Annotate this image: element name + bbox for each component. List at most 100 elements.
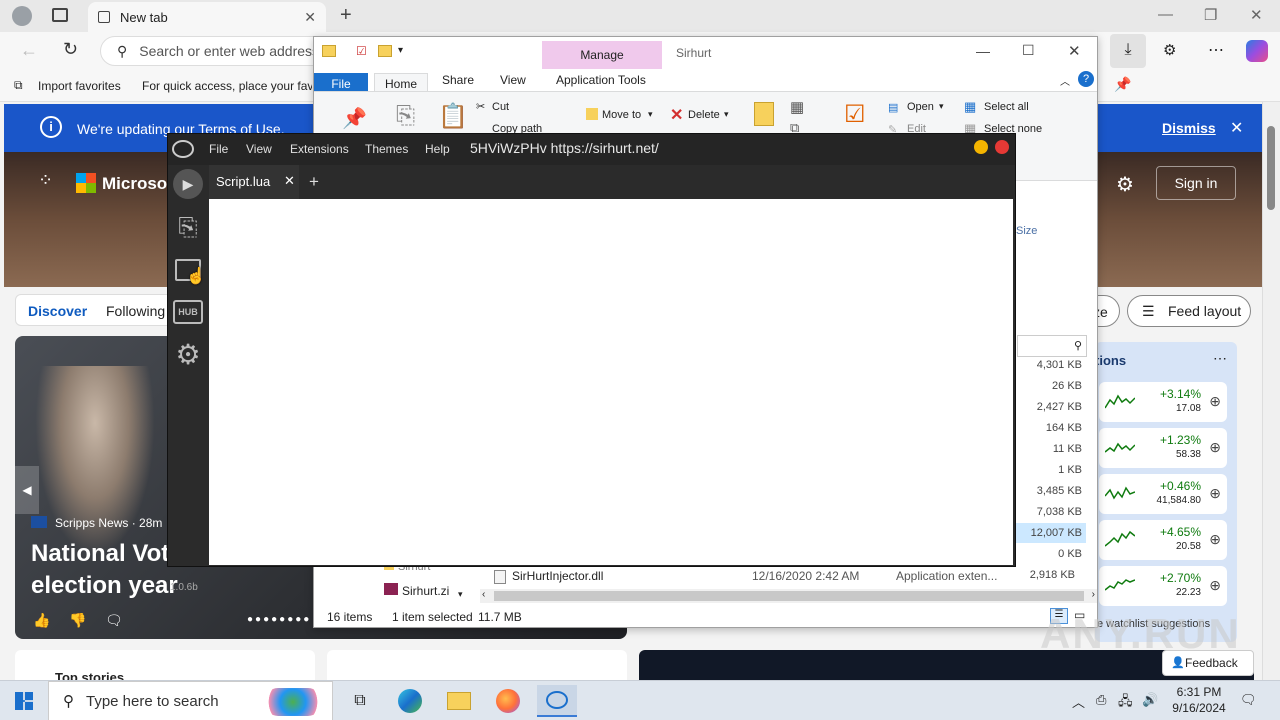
profile-icon[interactable] bbox=[12, 6, 32, 26]
watchlist-item[interactable]: +4.65% 20.58 ⊕ bbox=[1099, 520, 1227, 560]
add-icon[interactable]: ⊕ bbox=[1209, 439, 1221, 456]
tree-item-sirhurt-zip[interactable]: Sirhurt.zi bbox=[384, 583, 449, 598]
copy-icon[interactable]: ⎘ bbox=[396, 102, 415, 130]
pin-quick-access-icon[interactable]: 📌 bbox=[342, 106, 367, 131]
explorer-maximize[interactable]: ☐ bbox=[1022, 42, 1035, 59]
sirhurt-minimize-button[interactable] bbox=[974, 140, 988, 154]
tab-following[interactable]: Following bbox=[106, 303, 165, 319]
watchlist-item[interactable]: +0.46% 41,584.80 ⊕ bbox=[1099, 474, 1227, 514]
files-icon[interactable]: ⎘ bbox=[172, 212, 204, 244]
table-row[interactable]: SirHurtInjector.dll 12/16/2020 2:42 AM A… bbox=[490, 567, 1090, 587]
firefox-taskbar-icon[interactable] bbox=[488, 685, 528, 717]
delete-dropdown[interactable]: ▾ bbox=[724, 109, 729, 120]
start-windows-icon[interactable] bbox=[15, 692, 33, 710]
feed-layout-button[interactable]: ☰ Feed layout bbox=[1127, 295, 1251, 327]
help-icon[interactable]: ? bbox=[1078, 71, 1094, 87]
more-options-icon[interactable]: ⋯ bbox=[1208, 40, 1224, 60]
tray-overflow-icon[interactable]: ︿ bbox=[1072, 692, 1085, 711]
dismiss-link[interactable]: Dismiss bbox=[1162, 120, 1216, 136]
qat-dropdown-icon[interactable]: ▾ bbox=[398, 45, 403, 56]
tab-close-icon[interactable]: ✕ bbox=[304, 9, 316, 26]
tab-discover[interactable]: Discover bbox=[28, 303, 87, 319]
sign-in-button[interactable]: Sign in bbox=[1156, 166, 1236, 200]
scroll-left-icon[interactable]: ‹ bbox=[482, 589, 485, 600]
downloads-button[interactable]: ⤓ bbox=[1110, 34, 1146, 68]
task-view-icon[interactable]: ⧉ bbox=[340, 685, 380, 717]
menu-file[interactable]: File bbox=[209, 142, 228, 156]
execute-play-icon[interactable]: ▶ bbox=[172, 168, 204, 200]
feed-card[interactable] bbox=[327, 650, 627, 680]
scroll-right-icon[interactable]: › bbox=[1092, 589, 1095, 600]
hscroll-thumb[interactable] bbox=[494, 591, 1084, 601]
page-scrollbar[interactable] bbox=[1262, 102, 1280, 680]
tab-view[interactable]: View bbox=[500, 73, 526, 87]
paste-icon[interactable]: 📋 bbox=[438, 102, 468, 131]
open-button[interactable]: Open bbox=[907, 101, 934, 113]
taskbar-clock[interactable]: 6:31 PM 9/16/2024 bbox=[1158, 684, 1240, 716]
tab-actions-icon[interactable] bbox=[52, 8, 68, 22]
import-favorites-link[interactable]: Import favorites bbox=[38, 79, 121, 93]
menu-help[interactable]: Help bbox=[425, 142, 450, 156]
notifications-icon[interactable]: 🗨 bbox=[1240, 692, 1257, 708]
sirhurt-close-button[interactable] bbox=[995, 140, 1009, 154]
extensions-icon[interactable]: ⚙ bbox=[1163, 41, 1176, 59]
scrollbar-thumb[interactable] bbox=[1267, 126, 1275, 210]
carousel-prev-button[interactable]: ◀ bbox=[15, 466, 39, 514]
menu-extensions[interactable]: Extensions bbox=[290, 142, 349, 156]
edge-taskbar-icon[interactable] bbox=[390, 685, 430, 717]
tray-app-icon[interactable]: ⎙ bbox=[1096, 692, 1106, 708]
horizontal-scrollbar[interactable]: ‹ › bbox=[480, 589, 1097, 603]
column-header-size[interactable]: Size bbox=[1016, 225, 1037, 237]
pin-icon[interactable]: 📌 bbox=[1114, 76, 1131, 93]
new-folder-large-icon[interactable] bbox=[754, 102, 774, 126]
add-icon[interactable]: ⊕ bbox=[1209, 393, 1221, 410]
menu-view[interactable]: View bbox=[246, 142, 272, 156]
new-item-icon[interactable]: ▦ bbox=[790, 98, 804, 116]
settings-gear-icon[interactable]: ⚙ bbox=[172, 338, 204, 370]
explorer-close[interactable]: ✕ bbox=[1068, 42, 1081, 60]
settings-gear-icon[interactable]: ⚙ bbox=[1116, 172, 1134, 197]
delete-button[interactable]: Delete bbox=[688, 109, 720, 121]
script-hub-icon[interactable]: HUB bbox=[172, 296, 204, 328]
collapse-ribbon-icon[interactable]: ︿ bbox=[1060, 73, 1070, 88]
add-icon[interactable]: ⊕ bbox=[1209, 577, 1221, 594]
copilot-icon[interactable] bbox=[1246, 40, 1268, 62]
move-to-button[interactable]: Move to bbox=[602, 109, 641, 121]
like-icon[interactable]: 👍 bbox=[33, 612, 50, 629]
refresh-button[interactable]: ↻ bbox=[63, 39, 78, 60]
explorer-minimize[interactable]: — bbox=[976, 43, 990, 59]
tree-scroll-down[interactable]: ▾ bbox=[458, 589, 463, 600]
dislike-icon[interactable]: 👎 bbox=[69, 612, 86, 629]
open-dropdown[interactable]: ▾ bbox=[939, 101, 944, 112]
properties-icon[interactable]: ☑ bbox=[356, 44, 367, 58]
select-all-button[interactable]: Select all bbox=[984, 101, 1029, 113]
watchlist-item[interactable]: +1.23% 58.38 ⊕ bbox=[1099, 428, 1227, 468]
watchlist-more-icon[interactable]: ⋯ bbox=[1213, 350, 1227, 367]
new-tab-button[interactable]: + bbox=[340, 4, 352, 27]
minimize-button[interactable]: — bbox=[1158, 6, 1173, 23]
apps-grid-icon[interactable]: ⁘ bbox=[38, 170, 53, 191]
close-window-button[interactable]: ✕ bbox=[1250, 6, 1263, 24]
add-icon[interactable]: ⊕ bbox=[1209, 485, 1221, 502]
back-button[interactable]: ← bbox=[20, 40, 38, 61]
new-folder-icon[interactable] bbox=[378, 45, 392, 57]
restore-button[interactable]: ❐ bbox=[1204, 6, 1217, 24]
volume-icon[interactable]: 🔊 bbox=[1142, 692, 1158, 708]
address-bar[interactable]: ⚲ Search or enter web address bbox=[100, 36, 340, 66]
taskbar-search-box[interactable]: ⚲ Type here to search bbox=[48, 681, 333, 720]
tab-new-tab[interactable]: New tab ✕ bbox=[88, 2, 326, 32]
move-to-dropdown[interactable]: ▾ bbox=[648, 109, 653, 120]
file-explorer-taskbar-icon[interactable] bbox=[439, 685, 479, 717]
tab-close-icon[interactable]: ✕ bbox=[284, 173, 295, 189]
script-editor[interactable] bbox=[209, 199, 1013, 565]
properties-large-icon[interactable]: ☑ bbox=[844, 100, 866, 129]
watchlist-item[interactable]: +3.14% 17.08 ⊕ bbox=[1099, 382, 1227, 422]
cut-button[interactable]: Cut bbox=[492, 101, 509, 113]
watchlist-item[interactable]: +2.70% 22.23 ⊕ bbox=[1099, 566, 1227, 606]
tab-script-lua[interactable]: Script.lua ✕ bbox=[209, 165, 299, 199]
menu-themes[interactable]: Themes bbox=[365, 142, 408, 156]
top-stories-card[interactable]: Top stories bbox=[15, 650, 315, 680]
add-tab-button[interactable]: + bbox=[309, 172, 319, 192]
sirhurt-taskbar-icon[interactable] bbox=[537, 685, 577, 717]
tab-application-tools[interactable]: Application Tools bbox=[556, 73, 646, 87]
